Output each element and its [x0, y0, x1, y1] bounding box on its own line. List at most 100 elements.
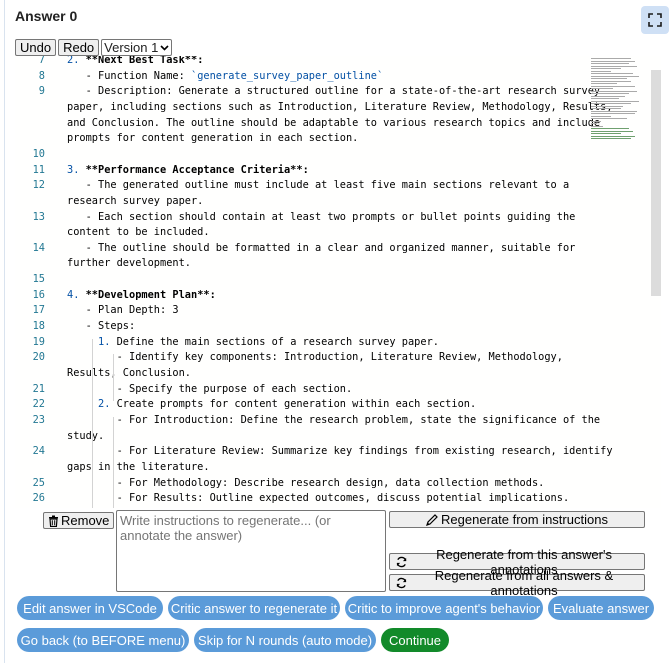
critic-improve-agent-button[interactable]: Critic to improve agent's behavior	[345, 596, 543, 620]
line-number: 25	[32, 476, 45, 489]
code-token: - Steps:	[67, 320, 136, 333]
minimap-line	[591, 80, 631, 82]
minimap-line	[591, 83, 617, 84]
code-line: research survey paper.	[67, 195, 203, 207]
trash-icon	[49, 515, 58, 527]
minimap[interactable]	[591, 56, 651, 146]
chevron-down-icon	[160, 44, 169, 51]
minimap-line	[591, 93, 629, 94]
go-back-button[interactable]: Go back (to BEFORE menu)	[17, 628, 189, 652]
indent-guide	[113, 385, 114, 402]
code-line: - For Methodology: Describe research des…	[67, 476, 545, 489]
code-line: - For Results: Outline expected outcomes…	[67, 492, 570, 504]
line-number: 14	[32, 241, 45, 254]
minimap-line	[591, 133, 621, 134]
line-number: 20	[32, 351, 45, 364]
fullscreen-button[interactable]	[641, 6, 669, 34]
code-line: - Description: Generate a structured out…	[67, 85, 601, 97]
code-line: prompts for content generation in each s…	[67, 132, 358, 144]
minimap-line	[591, 70, 611, 72]
regenerate-from-instructions-button[interactable]: Regenerate from instructions	[389, 511, 645, 528]
indent-guide	[92, 338, 93, 508]
line-number: 9	[38, 85, 45, 98]
edit-in-vscode-button[interactable]: Edit answer in VSCode	[17, 596, 163, 620]
minimap-line	[591, 58, 631, 59]
minimap-line	[591, 85, 635, 87]
code-line: study.	[67, 430, 104, 442]
minimap-line	[591, 75, 639, 77]
code-token: - Each section should contain at least t…	[67, 210, 576, 223]
undo-button[interactable]: Undo	[15, 39, 57, 56]
indent-guide	[113, 354, 114, 386]
code-token: 1.	[98, 335, 117, 348]
minimap-line	[591, 130, 633, 132]
line-number: 7	[38, 56, 45, 66]
line-number: 23	[32, 413, 45, 426]
code-token: Results, Conclusion.	[67, 367, 191, 379]
code-token: and Conclusion. The outline should be ad…	[67, 116, 601, 129]
code-line: - The generated outline must include at …	[67, 179, 570, 192]
line-number: 13	[32, 210, 45, 223]
redo-button[interactable]: Redo	[58, 39, 100, 56]
code-line: - Function Name: `generate_survey_paper_…	[67, 69, 384, 82]
code-token: **Development Plan**:	[85, 288, 216, 301]
critic-regenerate-button[interactable]: Critic answer to regenerate it	[168, 596, 340, 620]
minimap-line	[591, 110, 637, 112]
code-token: gaps in the literature.	[67, 460, 210, 473]
regenerate-instructions-input[interactable]	[116, 510, 386, 592]
minimap-line	[591, 138, 631, 139]
code-token: Define the main sections of a research s…	[116, 335, 439, 348]
regenerate-from-all-button[interactable]: Regenerate from all answers & annotation…	[389, 568, 645, 598]
code-token: prompts for content generation in each s…	[67, 132, 359, 145]
minimap-line	[591, 68, 621, 69]
code-token: - Specify the purpose of each section.	[67, 382, 353, 395]
code-line: paper, including sections such as Introd…	[67, 101, 613, 113]
code-token: further development.	[67, 257, 191, 270]
code-token: paper, including sections such as Introd…	[67, 100, 613, 113]
minimap-line	[591, 128, 629, 129]
line-number: 24	[32, 445, 45, 458]
evaluate-answer-button[interactable]: Evaluate answer	[548, 596, 654, 620]
minimap-line	[591, 120, 601, 122]
code-token: - The generated outline must include at …	[67, 179, 570, 192]
line-number: 17	[32, 304, 45, 317]
answer-panel: Answer 0 Undo Redo Version 1 7 8 9 10 11 12 13…	[4, 0, 669, 663]
code-line: Results, Conclusion.	[67, 367, 191, 379]
minimap-line	[591, 90, 637, 92]
panel-title: Answer 0	[15, 8, 78, 24]
code-line: and Conclusion. The outline should be ad…	[67, 117, 600, 129]
minimap-line	[591, 108, 621, 109]
minimap-line	[591, 118, 627, 119]
line-number: 19	[32, 335, 45, 348]
line-number: 11	[32, 163, 45, 176]
code-token: - Plan Depth: 3	[67, 304, 179, 317]
code-editor[interactable]: 7891011121314151617181920212223242526272…	[15, 56, 661, 508]
version-select-value: Version 1	[104, 40, 159, 55]
version-select[interactable]: Version 1	[101, 39, 173, 56]
code-token: study.	[67, 429, 105, 442]
minimap-line	[591, 98, 619, 99]
refresh-icon	[396, 556, 407, 567]
minimap-line	[591, 88, 613, 89]
remove-button[interactable]: Remove	[43, 512, 115, 529]
pen-icon	[426, 513, 438, 526]
refresh-icon	[396, 577, 407, 588]
minimap-line	[591, 135, 635, 137]
code-token: - For Introduction: Define the research …	[67, 413, 601, 426]
code-token: - Function Name:	[67, 69, 191, 82]
line-number: 22	[32, 398, 45, 411]
line-number: 21	[32, 382, 45, 395]
continue-button[interactable]: Continue	[381, 628, 449, 652]
minimap-line	[591, 105, 623, 107]
minimap-line	[591, 103, 631, 104]
code-token: **Performance Acceptance Criteria**:	[85, 163, 309, 176]
editor-scrollbar[interactable]	[651, 70, 661, 296]
regenerate-from-all-label: Regenerate from all answers & annotation…	[434, 567, 614, 598]
code-token: 2.	[67, 56, 86, 66]
skip-rounds-button[interactable]: Skip for N rounds (auto mode)	[194, 628, 376, 652]
line-number: 26	[32, 492, 45, 505]
code-token: - For Methodology: Describe research des…	[67, 476, 545, 489]
code-line: gaps in the literature.	[67, 461, 210, 473]
